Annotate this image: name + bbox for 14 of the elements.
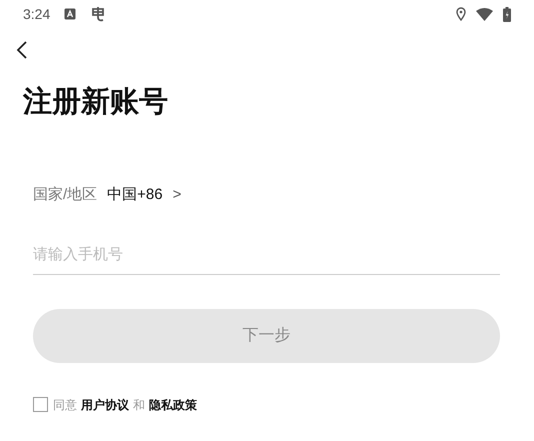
agreement-checkbox[interactable] [33,397,48,412]
agreement-link[interactable]: 隐私政策 [149,396,197,414]
battery-icon [503,6,511,22]
agreement-link[interactable]: 用户协议 [81,396,129,414]
status-time: 3:24 [23,4,50,24]
phone-input-field[interactable]: 请输入手机号 [33,234,500,274]
keyboard-icon [64,8,76,20]
wifi-icon [476,8,493,20]
agreement-text: 同意 [53,396,77,414]
page-title: 注册新账号 [23,84,169,120]
country-selector[interactable]: 国家/地区 中国+86 > [33,184,182,206]
location-icon [456,7,466,21]
back-icon[interactable] [16,40,28,60]
agreement-text: 和 [133,396,145,414]
